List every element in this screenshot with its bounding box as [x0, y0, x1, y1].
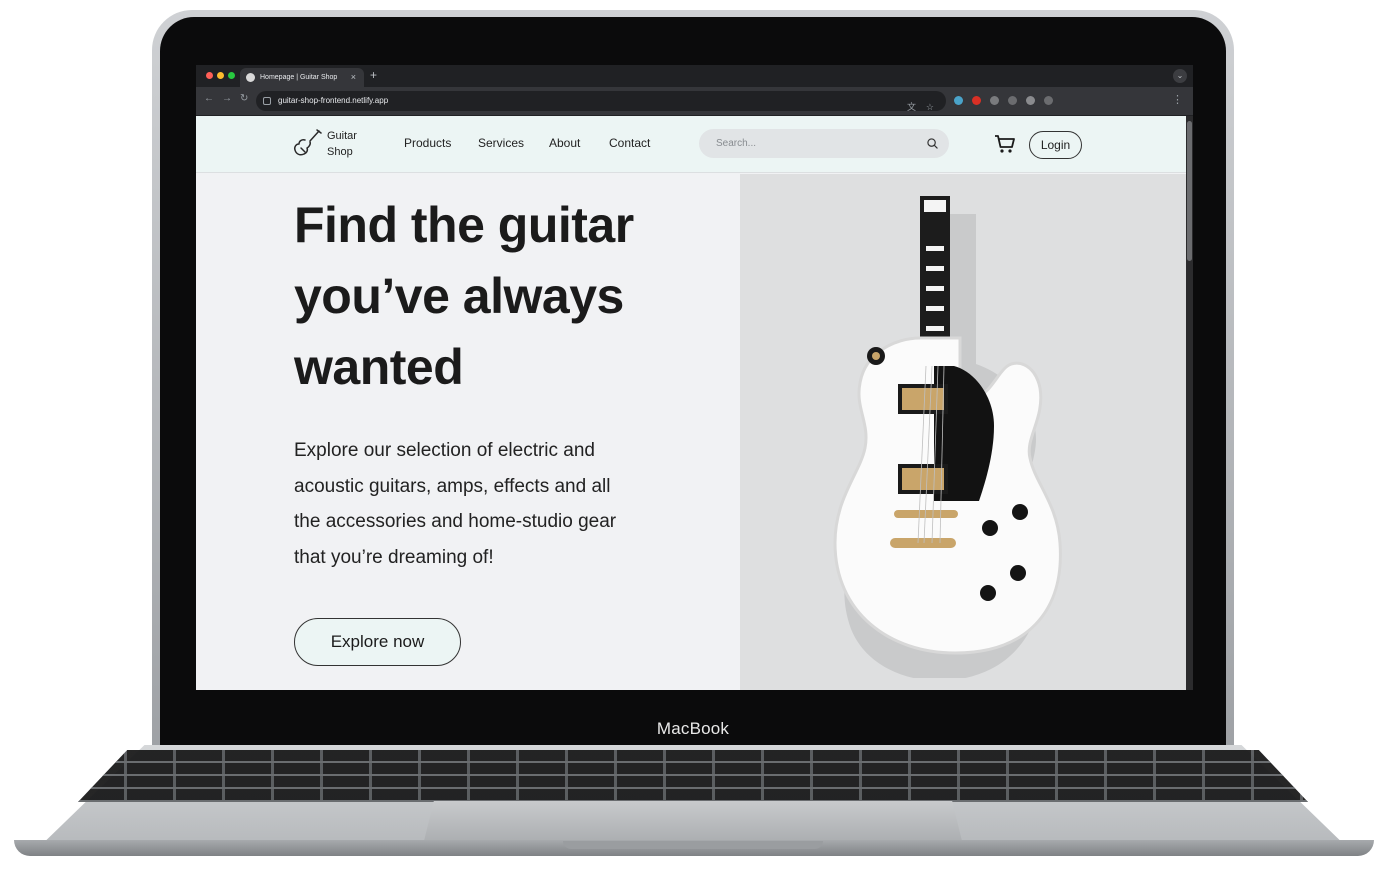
- brand-line-1: Guitar: [327, 130, 357, 142]
- close-tab-icon[interactable]: ×: [351, 68, 356, 87]
- browser-window: Homepage | Guitar Shop × + ⌄ ← → ↻ guita…: [196, 65, 1193, 690]
- nav-products[interactable]: Products: [404, 136, 451, 150]
- explore-now-button[interactable]: Explore now: [294, 618, 461, 666]
- new-tab-button[interactable]: +: [370, 68, 377, 82]
- tab-title: Homepage | Guitar Shop: [260, 74, 338, 81]
- pen-icon[interactable]: [1026, 96, 1035, 105]
- favicon-icon: [246, 73, 255, 82]
- web-page: Guitar Shop Products Services About Cont…: [196, 116, 1186, 690]
- scrollbar-thumb[interactable]: [1187, 121, 1192, 261]
- puzzle-icon[interactable]: [1044, 96, 1053, 105]
- site-header: Guitar Shop Products Services About Cont…: [196, 116, 1186, 173]
- lid-notch: [563, 841, 823, 849]
- nav-services[interactable]: Services: [478, 136, 524, 150]
- trackpad: [423, 801, 963, 845]
- extension-icon[interactable]: [990, 96, 999, 105]
- cart-icon[interactable]: [994, 134, 1016, 154]
- search-input[interactable]: Search...: [699, 129, 949, 158]
- browser-toolbar: ← → ↻ guitar-shop-frontend.netlify.app 文…: [196, 87, 1193, 115]
- description-line: the accessories and home-studio gear: [294, 511, 617, 532]
- bookmark-star-icon[interactable]: ☆: [926, 97, 934, 117]
- minimize-window-button[interactable]: [217, 72, 224, 79]
- extension-icon[interactable]: [1008, 96, 1017, 105]
- brand-name[interactable]: Guitar Shop: [327, 128, 357, 160]
- device-brand-label: MacBook: [656, 719, 730, 738]
- site-info-icon[interactable]: [263, 97, 271, 105]
- search-icon[interactable]: [927, 138, 938, 149]
- forward-button[interactable]: →: [222, 93, 232, 104]
- keyboard-rows: [78, 750, 1308, 802]
- description-line: Explore our selection of electric and: [294, 440, 595, 461]
- address-bar[interactable]: guitar-shop-frontend.netlify.app 文 ☆: [256, 91, 946, 112]
- maximize-window-button[interactable]: [228, 72, 235, 79]
- url-text: guitar-shop-frontend.netlify.app: [278, 96, 389, 105]
- hero-description: Explore our selection of electric and ac…: [294, 433, 654, 575]
- nav-about[interactable]: About: [549, 136, 580, 150]
- reload-button[interactable]: ↻: [240, 93, 248, 104]
- description-line: acoustic guitars, amps, effects and all: [294, 475, 611, 497]
- headline-line: you’ve always: [294, 268, 624, 324]
- guitar-product-image: [833, 196, 1062, 678]
- back-button[interactable]: ←: [204, 93, 214, 104]
- headline-line: wanted: [294, 339, 464, 395]
- tab-strip: Homepage | Guitar Shop × + ⌄: [196, 65, 1193, 87]
- close-window-button[interactable]: [206, 72, 213, 79]
- headline-line: Find the guitar: [294, 197, 634, 253]
- login-button[interactable]: Login: [1029, 131, 1082, 159]
- description-line: that you’re dreaming of!: [294, 546, 494, 568]
- active-tab[interactable]: Homepage | Guitar Shop ×: [240, 68, 364, 87]
- extension-icon[interactable]: [972, 96, 981, 105]
- nav-contact[interactable]: Contact: [609, 136, 650, 150]
- browser-menu-icon[interactable]: ⋮: [1172, 93, 1183, 106]
- extension-icon[interactable]: [954, 96, 963, 105]
- hero-headline: Find the guitar you’ve always wanted: [294, 190, 734, 403]
- guitar-icon[interactable]: [292, 128, 322, 160]
- tab-search-chevron-icon[interactable]: ⌄: [1173, 69, 1187, 83]
- translate-icon[interactable]: 文: [907, 97, 916, 117]
- brand-line-2: Shop: [327, 146, 353, 158]
- laptop-mockup: Homepage | Guitar Shop × + ⌄ ← → ↻ guita…: [0, 0, 1386, 883]
